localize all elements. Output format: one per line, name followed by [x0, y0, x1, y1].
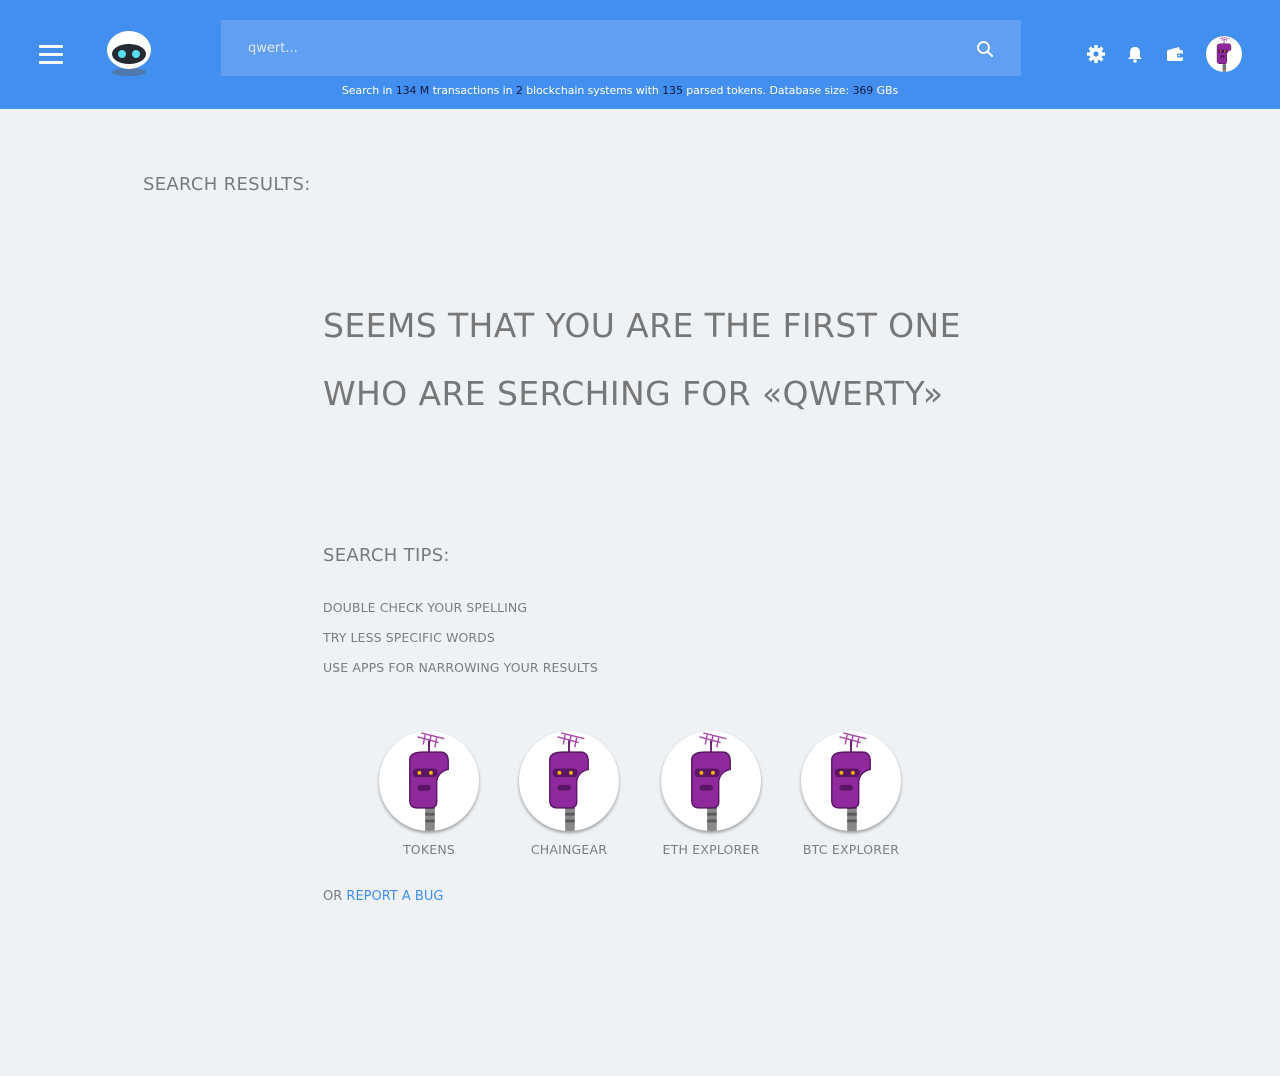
robot-app-icon[interactable] — [519, 731, 619, 831]
tip-item: TRY LESS SPECIFIC WORDS — [323, 630, 495, 645]
robot-app-icon[interactable] — [379, 731, 479, 831]
tip-item: DOUBLE CHECK YOUR SPELLING — [323, 600, 528, 615]
app-label[interactable]: CHAINGEAR — [509, 842, 629, 857]
report-prefix: OR — [323, 889, 343, 904]
search-tips-list: DOUBLE CHECK YOUR SPELLING TRY LESS SPEC… — [323, 599, 598, 689]
database-size-unit: GBs — [876, 84, 899, 97]
no-results-line-1: SEEMS THAT YOU ARE THE FIRST ONE — [323, 306, 961, 345]
transactions-label: transactions in — [432, 84, 513, 97]
menu-icon[interactable] — [39, 45, 63, 64]
app-label[interactable]: BTC EXPLORER — [791, 842, 911, 857]
report-bug-link[interactable]: REPORT A BUG — [346, 889, 443, 904]
tokens-count: 135 — [662, 84, 683, 97]
transactions-count: 134 M — [395, 84, 430, 97]
app-tokens[interactable]: TOKENS — [369, 731, 489, 857]
search-icon[interactable] — [976, 40, 994, 58]
report-bug-line: OR REPORT A BUG — [323, 889, 443, 904]
database-stats: Search in 134 M transactions in 2 blockc… — [0, 84, 1240, 97]
top-bar: Search in 134 M transactions in 2 blockc… — [0, 0, 1280, 109]
app-btc-explorer[interactable]: BTC EXPLORER — [791, 731, 911, 857]
database-size: 369 — [852, 84, 874, 97]
avatar[interactable] — [1206, 36, 1242, 72]
gear-icon[interactable] — [1086, 44, 1106, 64]
robot-app-icon[interactable] — [661, 731, 761, 831]
blockchains-count: 2 — [515, 84, 523, 97]
app-chaingear[interactable]: CHAINGEAR — [509, 731, 629, 857]
blockchains-label: blockchain systems with — [526, 84, 659, 97]
tip-item: USE APPS FOR NARROWING YOUR RESULTS — [323, 660, 598, 675]
robot-app-icon[interactable] — [801, 731, 901, 831]
wallet-icon[interactable] — [1165, 44, 1185, 64]
app-label[interactable]: ETH EXPLORER — [651, 842, 771, 857]
app-eth-explorer[interactable]: ETH EXPLORER — [651, 731, 771, 857]
search-input[interactable] — [221, 20, 1021, 76]
search-tips-title: SEARCH TIPS: — [323, 545, 450, 566]
logo-robot-icon[interactable] — [104, 30, 154, 78]
app-label[interactable]: TOKENS — [369, 842, 489, 857]
tokens-label: parsed tokens. Database size: — [686, 84, 850, 97]
no-results-message: SEEMS THAT YOU ARE THE FIRST ONE WHO ARE… — [323, 292, 1083, 428]
stats-prefix: Search in — [341, 84, 393, 97]
search-results-title: SEARCH RESULTS: — [143, 174, 311, 195]
bell-icon[interactable] — [1125, 44, 1145, 64]
no-results-line-2: WHO ARE SERCHING FOR «QWERTY» — [323, 374, 944, 413]
